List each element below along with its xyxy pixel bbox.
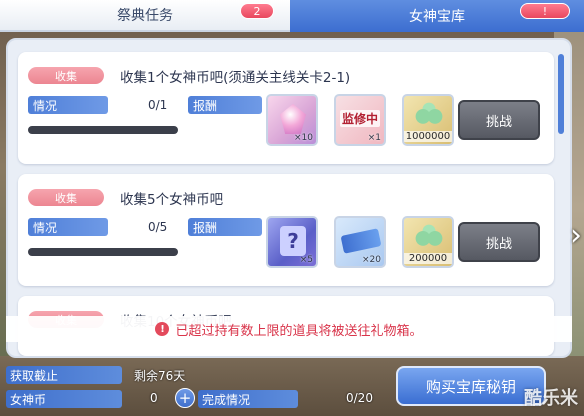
alert-icon: ! — [155, 322, 170, 336]
reward-label: 报酬 — [188, 218, 262, 236]
task-type-tag: 收集 — [28, 189, 104, 206]
add-coin-button[interactable]: + — [175, 388, 195, 408]
reward-item-ticket[interactable]: ×20 — [334, 216, 386, 268]
task-card: 收集 收集1个女神币吧(须通关主线关卡2-1) 情况 0/1 报酬 ×10 监修… — [18, 52, 554, 164]
watermark-logo: 酷乐米 — [524, 388, 578, 409]
task-card: 收集 收集5个女神币吧 情况 0/5 报酬 ? ×5 ×20 200000 挑战 — [18, 174, 554, 286]
tab-festival-tasks-badge: 2 — [240, 3, 274, 19]
tab-bar: 祭典任务 2 女神宝库 ! — [0, 0, 584, 32]
ticket-icon — [340, 228, 382, 254]
status-label: 情况 — [28, 96, 108, 114]
goddess-coin-value: 0 — [150, 391, 158, 405]
reward-label: 报酬 — [188, 96, 262, 114]
reward-qty: ×10 — [294, 133, 313, 143]
tab-festival-tasks[interactable]: 祭典任务 2 — [0, 0, 290, 32]
progress-text: 0/5 — [148, 220, 168, 234]
progress-bar — [28, 248, 178, 256]
deadline-label: 获取截止 — [6, 366, 122, 384]
tab-goddess-vault-badge: ! — [520, 3, 570, 19]
task-title: 收集1个女神币吧(须通关主线关卡2-1) — [120, 70, 351, 86]
tab-festival-tasks-label: 祭典任务 — [117, 8, 173, 24]
reward-qty: ×1 — [367, 133, 381, 143]
chevron-right-icon[interactable]: › — [570, 218, 582, 253]
mystery-item-icon: ? — [280, 226, 306, 256]
inventory-limit-warning: ! 已超过持有数上限的道具将被送往礼物箱。 — [6, 316, 572, 342]
challenge-button[interactable]: 挑战 — [458, 100, 540, 140]
progress-bar — [28, 126, 178, 134]
reward-item-supervise[interactable]: 监修中 ×1 — [334, 94, 386, 146]
challenge-button[interactable]: 挑战 — [458, 222, 540, 262]
reward-qty: 200000 — [404, 253, 452, 264]
reward-item-mystery[interactable]: ? ×5 — [266, 216, 318, 268]
reward-qty: ×20 — [362, 255, 381, 265]
remaining-days: 剩余76天 — [134, 369, 186, 383]
status-label: 情况 — [28, 218, 108, 236]
reward-item-mana[interactable]: 200000 — [402, 216, 454, 268]
progress-text: 0/1 — [148, 98, 168, 112]
reward-item-gem-pouch[interactable]: ×10 — [266, 94, 318, 146]
tab-goddess-vault-label: 女神宝库 — [409, 9, 465, 25]
tab-goddess-vault[interactable]: 女神宝库 ! — [290, 0, 584, 32]
reward-qty: ×5 — [299, 255, 313, 265]
reward-item-mana[interactable]: 1000000 — [402, 94, 454, 146]
supervise-badge-icon: 监修中 — [340, 110, 381, 127]
reward-qty: 1000000 — [404, 131, 452, 142]
task-type-tag: 收集 — [28, 67, 104, 84]
mana-icon — [414, 224, 444, 248]
completion-value: 0/20 — [346, 391, 373, 405]
gem-pouch-icon — [280, 104, 306, 134]
task-list-scrollbar[interactable] — [558, 54, 564, 134]
task-list-panel: 收集 收集1个女神币吧(须通关主线关卡2-1) 情况 0/1 报酬 ×10 监修… — [6, 38, 572, 358]
goddess-coin-label: 女神币 — [6, 390, 122, 408]
completion-label: 完成情况 — [198, 390, 298, 408]
mana-icon — [414, 102, 444, 126]
task-title: 收集5个女神币吧 — [120, 192, 224, 208]
warning-text: 已超过持有数上限的道具将被送往礼物箱。 — [175, 323, 423, 339]
